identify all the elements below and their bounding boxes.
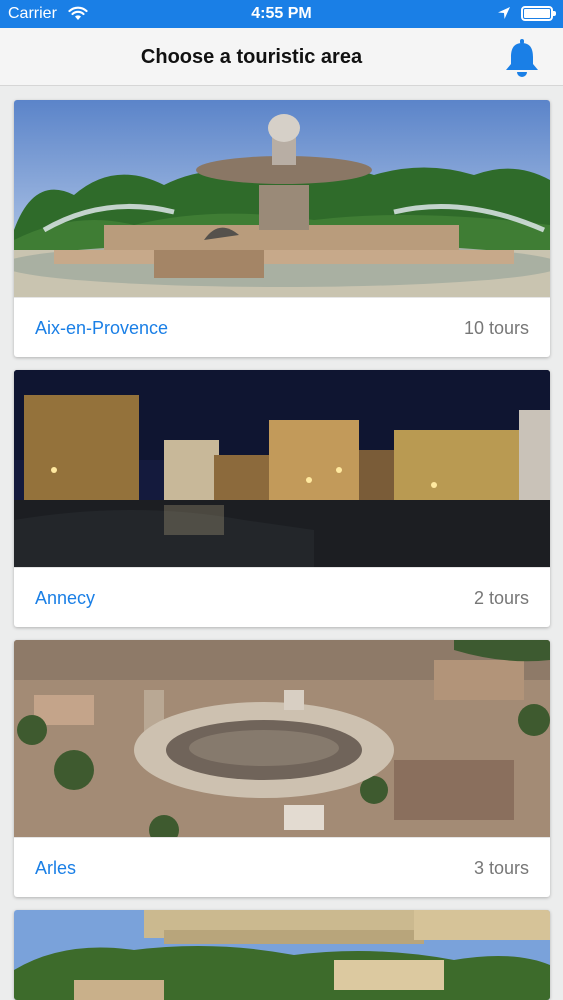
area-photo (14, 640, 550, 837)
tour-count: 2 tours (473, 588, 529, 608)
tour-count: 3 tours (473, 858, 529, 878)
location-arrow-icon (498, 7, 510, 19)
area-name: Aix-en-Provence (35, 318, 169, 338)
area-card-footer: Arles 3 tours (14, 837, 550, 897)
area-photo (14, 100, 550, 297)
bell-icon[interactable] (503, 38, 541, 78)
area-card-arles[interactable]: Arles 3 tours (14, 640, 550, 897)
page-title: Choose a touristic area (140, 46, 363, 68)
area-name: Annecy (35, 588, 96, 608)
area-card-footer: Aix-en-Provence 10 tours (14, 297, 550, 357)
area-name: Arles (35, 858, 77, 878)
area-card-partial[interactable] (14, 910, 550, 1000)
area-photo (14, 370, 550, 567)
area-card-annecy[interactable]: Annecy 2 tours (14, 370, 550, 627)
navigation-bar: Choose a touristic area (0, 28, 563, 86)
battery-icon (521, 6, 556, 21)
clock: 4:55 PM (251, 5, 312, 22)
tour-count: 10 tours (463, 318, 529, 338)
area-photo (14, 910, 550, 1000)
area-card-aix-en-provence[interactable]: Aix-en-Provence 10 tours (14, 100, 550, 357)
area-card-footer: Annecy 2 tours (14, 567, 550, 627)
status-bar: Carrier 4:55 PM (0, 0, 563, 28)
